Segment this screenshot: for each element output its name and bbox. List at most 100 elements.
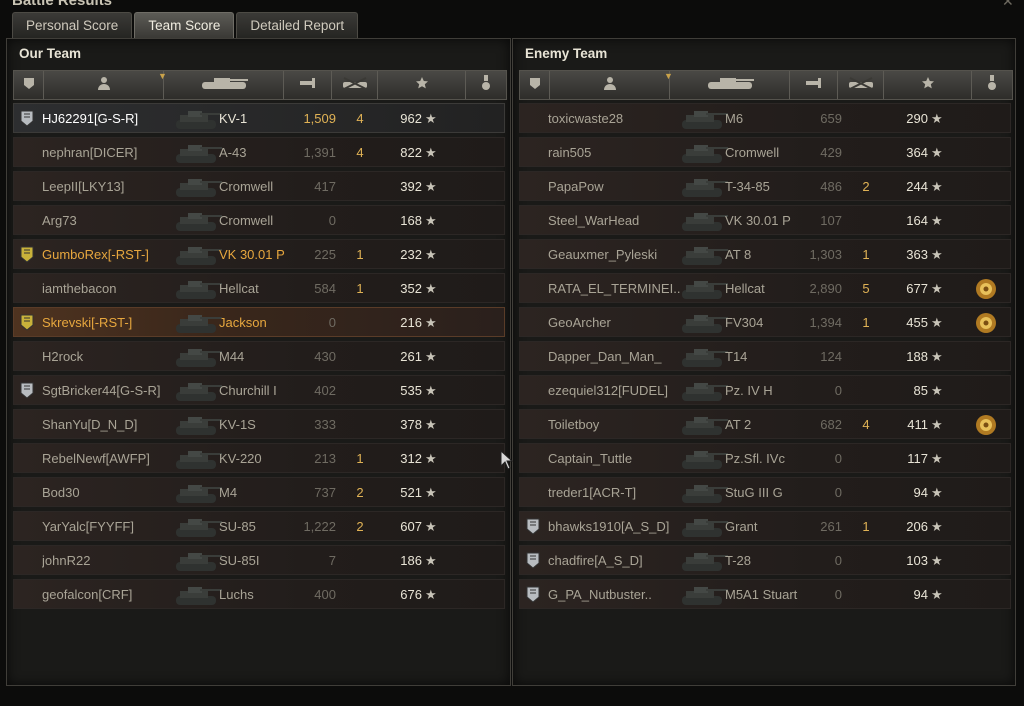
player-row[interactable]: Skrevski[-RST-] Jackson 0 216 ★ [13,307,505,337]
tab-team-score[interactable]: Team Score [134,12,235,38]
platoon-badge-icon [20,314,34,331]
kills-value: 4 [356,111,364,126]
column-header-player[interactable] [550,71,670,99]
player-row[interactable]: Toiletboy AT 2 682 4 411 ★ [519,409,1011,439]
star-icon: ★ [931,417,943,432]
player-row[interactable]: LeepII[LKY13] Cromwell 417 392 ★ [13,171,505,201]
player-name: Dapper_Dan_Man_ [548,349,662,364]
kills-value: 2 [862,179,870,194]
column-header-xp[interactable] [378,71,466,99]
xp-value: 168 [400,213,422,228]
platoon-badge-icon [20,110,34,127]
tank-icon [678,412,730,438]
tab-detailed-report[interactable]: Detailed Report [236,12,359,38]
column-header-vehicle[interactable]: ▼ [158,71,284,99]
column-header-xp[interactable] [884,71,972,99]
player-name: nephran[DICER] [42,145,138,160]
player-row[interactable]: Steel_WarHead VK 30.01 P 107 164 ★ [519,205,1011,235]
player-row[interactable]: ShanYu[D_N_D] KV-1S 333 378 ★ [13,409,505,439]
kills-value: 1 [862,315,870,330]
star-icon: ★ [931,111,943,126]
star-icon: ★ [931,485,943,500]
platoon-icon [528,76,542,95]
player-row[interactable]: GumboRex[-RST-] VK 30.01 P 225 1 232 ★ [13,239,505,269]
xp-value: 521 [400,485,422,500]
tank-icon [678,446,730,472]
our-team-panel: Our Team ▼ HJ62291[G-S-R] KV-1 1,509 4 962 ★ n… [6,38,511,686]
xp-value: 188 [906,349,928,364]
kills-value: 4 [356,145,364,160]
player-row[interactable]: GeoArcher FV304 1,394 1 455 ★ [519,307,1011,337]
xp-value: 363 [906,247,928,262]
tab-personal-score[interactable]: Personal Score [12,12,133,38]
star-icon: ★ [931,553,943,568]
column-header-damage[interactable] [790,71,838,99]
close-icon[interactable]: ✕ [1002,0,1016,8]
column-header-damage[interactable] [284,71,332,99]
player-name: iamthebacon [42,281,117,296]
damage-value: 261 [820,519,842,534]
player-row[interactable]: RATA_EL_TERMINEI.. Hellcat 2,890 5 677 ★ [519,273,1011,303]
damage-value: 0 [328,213,336,228]
column-header-medals[interactable] [466,71,506,99]
kills-value: 2 [356,519,364,534]
player-row[interactable]: geofalcon[CRF] Luchs 400 676 ★ [13,579,505,609]
star-icon: ★ [931,247,943,262]
star-icon: ★ [425,213,437,228]
player-row[interactable]: rain505 Cromwell 429 364 ★ [519,137,1011,167]
player-row[interactable]: H2rock M44 430 261 ★ [13,341,505,371]
tank-icon [678,344,730,370]
tank-icon [678,378,730,404]
column-header-platoon[interactable] [520,71,550,99]
player-row[interactable]: YarYalc[FYYFF] SU-85 1,222 2 607 ★ [13,511,505,541]
medal-icon[interactable] [974,277,998,301]
player-row[interactable]: HJ62291[G-S-R] KV-1 1,509 4 962 ★ [13,103,505,133]
tank-icon [678,174,730,200]
damage-value: 584 [314,281,336,296]
player-row[interactable]: johnR22 SU-85I 7 186 ★ [13,545,505,575]
xp-value: 206 [906,519,928,534]
player-name: RebelNewf[AWFP] [42,451,150,466]
star-icon: ★ [425,349,437,364]
kills-value: 4 [862,417,870,432]
player-row[interactable]: Arg73 Cromwell 0 168 ★ [13,205,505,235]
tank-icon [678,310,730,336]
player-row[interactable]: G_PA_Nutbuster.. M5A1 Stuart 0 94 ★ [519,579,1011,609]
medal-icon[interactable] [974,413,998,437]
column-header-player[interactable] [44,71,164,99]
damage-value: 7 [328,553,336,568]
column-header-platoon[interactable] [14,71,44,99]
player-row[interactable]: RebelNewf[AWFP] KV-220 213 1 312 ★ [13,443,505,473]
column-header-kills[interactable] [332,71,378,99]
tank-icon [172,548,224,574]
player-row[interactable]: Bod30 M4 737 2 521 ★ [13,477,505,507]
tank-icon [172,514,224,540]
player-row[interactable]: bhawks1910[A_S_D] Grant 261 1 206 ★ [519,511,1011,541]
player-row[interactable]: nephran[DICER] A-43 1,391 4 822 ★ [13,137,505,167]
player-row[interactable]: toxicwaste28 M6 659 290 ★ [519,103,1011,133]
player-row[interactable]: chadfire[A_S_D] T-28 0 103 ★ [519,545,1011,575]
medal-icon[interactable] [974,311,998,335]
player-name: chadfire[A_S_D] [548,553,643,568]
player-row[interactable]: Captain_Tuttle Pz.Sfl. IVc 0 117 ★ [519,443,1011,473]
player-row[interactable]: iamthebacon Hellcat 584 1 352 ★ [13,273,505,303]
column-header-vehicle[interactable]: ▼ [664,71,790,99]
player-name: ShanYu[D_N_D] [42,417,138,432]
player-row[interactable]: treder1[ACR-T] StuG III G 0 94 ★ [519,477,1011,507]
window-title: Battle Results [12,0,113,9]
player-row[interactable]: ezequiel312[FUDEL] Pz. IV H 0 85 ★ [519,375,1011,405]
tank-icon [172,310,224,336]
player-name: GumboRex[-RST-] [42,247,149,262]
star-icon: ★ [425,383,437,398]
column-header-kills[interactable] [838,71,884,99]
xp-value: 244 [906,179,928,194]
player-row[interactable]: Geauxmer_Pyleski AT 8 1,303 1 363 ★ [519,239,1011,269]
xp-value: 117 [907,451,928,466]
column-header-medals[interactable] [972,71,1012,99]
damage-value: 1,509 [303,111,336,126]
our-team-title: Our Team [19,46,82,61]
player-row[interactable]: PapaPow T-34-85 486 2 244 ★ [519,171,1011,201]
star-icon: ★ [931,213,943,228]
player-row[interactable]: SgtBricker44[G-S-R] Churchill I 402 535 ★ [13,375,505,405]
player-row[interactable]: Dapper_Dan_Man_ T14 124 188 ★ [519,341,1011,371]
